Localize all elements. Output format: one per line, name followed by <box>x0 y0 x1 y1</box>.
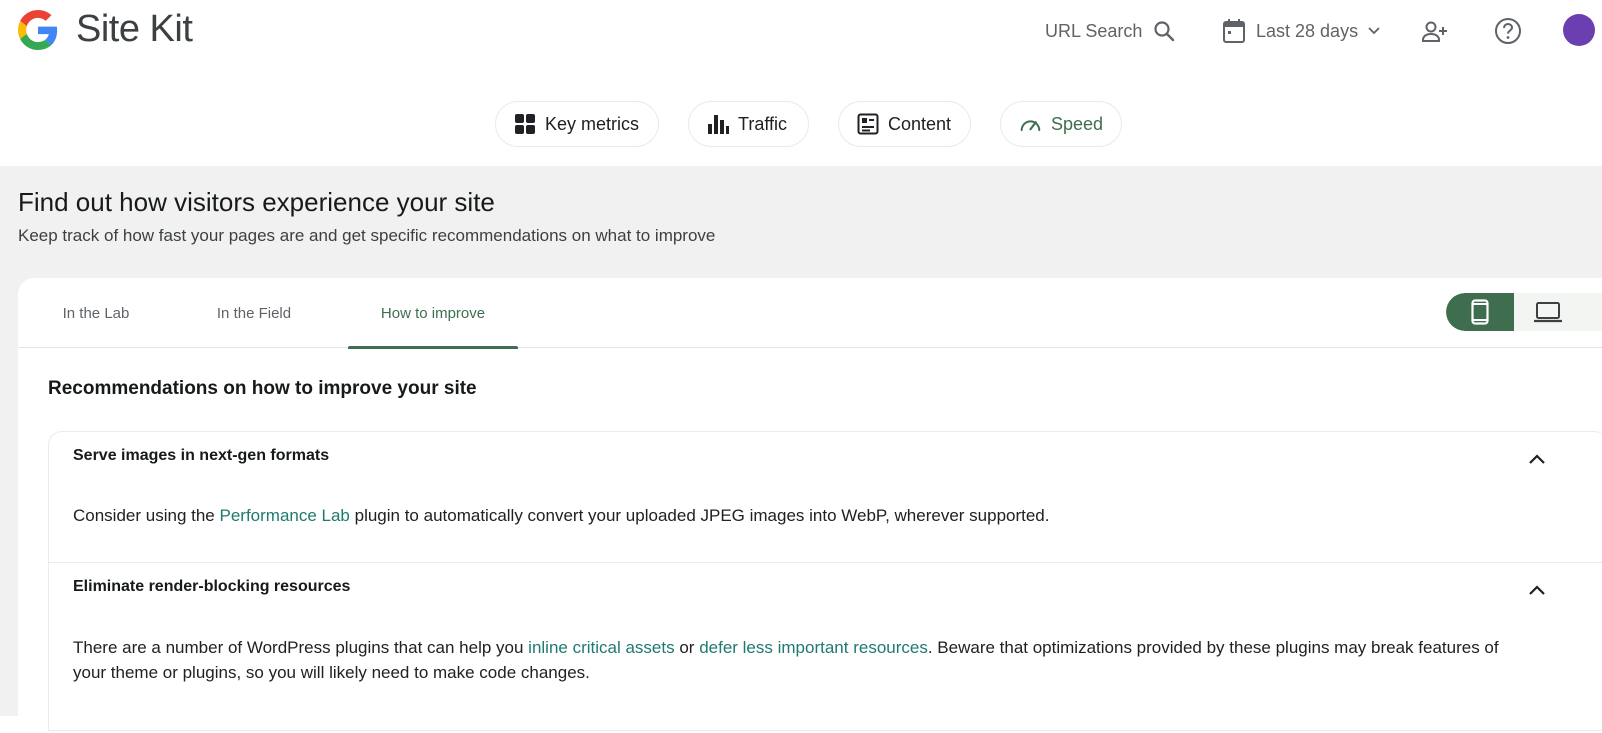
grid-icon <box>515 114 535 134</box>
dashboard-nav: Key metrics Traffic Content Speed <box>0 101 1602 147</box>
chip-traffic[interactable]: Traffic <box>688 101 809 147</box>
chip-label: Content <box>888 113 952 134</box>
help-icon <box>1495 18 1521 44</box>
section-subtitle: Keep track of how fast your pages are an… <box>18 226 716 245</box>
chevron-down-icon <box>1368 27 1380 35</box>
tab-bar: In the Lab In the Field How to improve <box>18 278 1602 349</box>
speedometer-icon <box>1020 120 1041 132</box>
chip-label: Key metrics <box>545 113 640 134</box>
date-range-label: Last 28 days <box>1256 20 1359 41</box>
person-add-icon <box>1422 21 1447 42</box>
date-range-selector[interactable]: Last 28 days <box>1222 16 1380 46</box>
tab-in-the-lab[interactable]: In the Lab <box>40 278 152 348</box>
body-text: Consider using the <box>73 506 220 525</box>
body-text: or <box>674 638 700 657</box>
performance-lab-link[interactable]: Performance Lab <box>219 506 349 525</box>
search-icon <box>1154 21 1175 42</box>
recommendation-item: Serve images in next-gen formats Conside… <box>49 432 1602 563</box>
laptop-icon <box>1534 302 1562 323</box>
user-avatar[interactable] <box>1563 14 1595 46</box>
body-text: There are a number of WordPress plugins … <box>73 638 529 657</box>
chip-label: Traffic <box>738 113 788 134</box>
chip-key-metrics[interactable]: Key metrics <box>495 101 659 147</box>
recommendations-title: Recommendations on how to improve your s… <box>48 378 477 399</box>
url-search-label: URL Search <box>1045 20 1143 41</box>
recommendation-body: There are a number of WordPress plugins … <box>73 635 1533 685</box>
add-user-button[interactable] <box>1420 17 1448 47</box>
content-icon <box>857 113 879 135</box>
google-logo-icon <box>18 10 58 50</box>
recommendation-heading[interactable]: Eliminate render-blocking resources <box>73 578 350 596</box>
tab-in-the-field[interactable]: In the Field <box>198 278 310 348</box>
chevron-up-icon[interactable] <box>1527 581 1547 601</box>
defer-resources-link[interactable]: defer less important resources <box>699 638 928 657</box>
app-header: Site Kit URL Search Last 28 days <box>0 0 1602 64</box>
url-search-button[interactable]: URL Search <box>1045 16 1176 46</box>
chip-label: Speed <box>1050 113 1103 134</box>
body-text: plugin to automatically convert your upl… <box>349 506 1050 525</box>
chevron-up-icon[interactable] <box>1527 450 1547 470</box>
device-toggle <box>1446 293 1602 331</box>
bar-chart-icon <box>708 115 729 134</box>
recommendation-item: Eliminate render-blocking resources Ther… <box>49 563 1602 733</box>
chip-content[interactable]: Content <box>838 101 971 147</box>
brand-name: Site Kit <box>76 8 193 50</box>
calendar-icon <box>1223 19 1245 43</box>
mobile-device-button[interactable] <box>1446 293 1514 331</box>
recommendation-body: Consider using the Performance Lab plugi… <box>73 503 1533 528</box>
smartphone-icon <box>1471 299 1489 325</box>
recommendation-heading[interactable]: Serve images in next-gen formats <box>73 447 329 465</box>
chip-speed[interactable]: Speed <box>1000 101 1122 147</box>
section-title: Find out how visitors experience your si… <box>18 187 495 217</box>
desktop-device-button[interactable] <box>1514 293 1582 331</box>
inline-critical-assets-link[interactable]: inline critical assets <box>528 638 674 657</box>
tab-how-to-improve[interactable]: How to improve <box>348 278 518 349</box>
recommendations-list: Serve images in next-gen formats Conside… <box>48 431 1602 731</box>
pagespeed-card: In the Lab In the Field How to improve R… <box>18 278 1602 731</box>
help-button[interactable] <box>1494 16 1522 46</box>
